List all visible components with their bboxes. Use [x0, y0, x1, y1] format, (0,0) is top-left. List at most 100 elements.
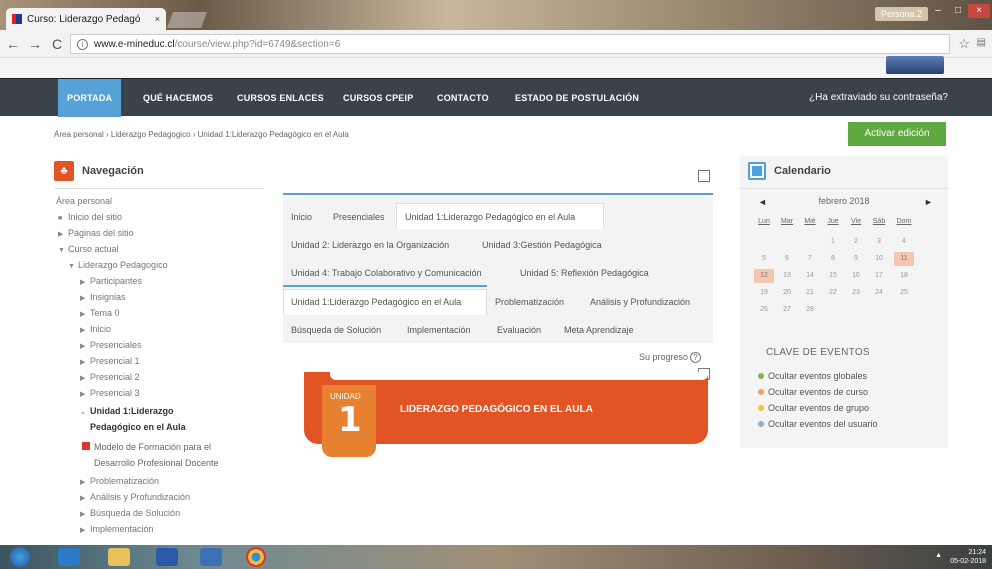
nav-area-personal[interactable]: Área personal [56, 196, 112, 206]
calendar-day[interactable]: 19 [754, 286, 774, 300]
minimize-button[interactable]: – [928, 4, 948, 18]
nav-que-hacemos[interactable]: QUÉ HACEMOS [143, 79, 213, 117]
event-toggle-course[interactable]: Ocultar eventos de curso [758, 387, 868, 397]
subtab-unidad-1[interactable]: Unidad 1:Liderazgo Pedagógico en el Aula [291, 297, 461, 307]
nav-modelo-formacion[interactable]: Modelo de Formación para el [82, 442, 211, 452]
extension-icon[interactable]: ▤ [977, 37, 986, 48]
calendar-day[interactable]: 16 [846, 269, 866, 283]
app-icon-taskbar[interactable] [58, 548, 80, 566]
subtab-evaluacion[interactable]: Evaluación [497, 325, 541, 335]
calendar-day[interactable]: 8 [823, 252, 843, 266]
tab-unidad-2[interactable]: Unidad 2: Liderazgo en la Organización [291, 240, 449, 250]
nav-unidad-1[interactable]: ⌄ Unidad 1:Liderazgo [80, 406, 174, 416]
nav-cursos-cpeip[interactable]: CURSOS CPEIP [343, 79, 413, 117]
tab-unidad-5[interactable]: Unidad 5: Reflexión Pedagógica [520, 268, 649, 278]
calendar-day[interactable]: 26 [754, 303, 774, 317]
calendar-day[interactable]: 23 [846, 286, 866, 300]
system-clock[interactable]: 21:24 05-02-2018 [950, 548, 986, 566]
calendar-day[interactable]: 10 [869, 252, 889, 266]
calendar-day[interactable]: 24 [869, 286, 889, 300]
bookmark-star-icon[interactable]: ☆ [958, 36, 970, 52]
maximize-button[interactable]: □ [948, 4, 968, 18]
tab-unidad-3[interactable]: Unidad 3:Gestión Pedagógica [482, 240, 602, 250]
calendar-day[interactable]: 2 [846, 235, 866, 249]
calendar-day[interactable]: 22 [823, 286, 843, 300]
nav-tema-0[interactable]: ▶ Tema 0 [80, 308, 120, 318]
tab-inicio[interactable]: Inicio [291, 212, 312, 222]
nav-contacto[interactable]: CONTACTO [437, 79, 489, 117]
back-button[interactable]: ← [4, 36, 22, 52]
calendar-day[interactable]: 17 [869, 269, 889, 283]
reload-button[interactable]: C [48, 36, 66, 52]
new-tab-button[interactable] [167, 12, 207, 28]
calendar-day[interactable]: 12 [754, 269, 774, 283]
nav-cursos-enlaces[interactable]: CURSOS ENLACES [237, 79, 324, 117]
calendar-day[interactable]: 20 [777, 286, 797, 300]
nav-presencial-2[interactable]: ▶ Presencial 2 [80, 372, 140, 382]
nav-modelo-formacion-line2[interactable]: Desarrollo Profesional Docente [94, 458, 219, 468]
start-button[interactable] [10, 547, 30, 567]
subtab-busqueda[interactable]: Búsqueda de Solución [291, 325, 381, 335]
nav-unidad-1-line2[interactable]: Pedagógico en el Aula [90, 422, 186, 432]
nav-estado-postulacion[interactable]: ESTADO DE POSTULACIÓN [515, 79, 639, 117]
calendar-day[interactable]: 21 [800, 286, 820, 300]
calendar-day[interactable]: 15 [823, 269, 843, 283]
forgot-password-link[interactable]: ¿Ha extraviado su contraseña? [809, 79, 948, 117]
nav-insignias[interactable]: ▶ Insignias [80, 292, 126, 302]
event-toggle-global[interactable]: Ocultar eventos globales [758, 371, 867, 381]
calendar-day[interactable]: 13 [777, 269, 797, 283]
calendar-day[interactable]: 27 [777, 303, 797, 317]
subtab-implementacion[interactable]: Implementación [407, 325, 471, 335]
nav-problematizacion[interactable]: ▶ Problematización [80, 476, 159, 486]
browser-tab[interactable]: Curso: Liderazgo Pedagó × [6, 8, 166, 30]
nav-inicio[interactable]: ▶ Inicio [80, 324, 111, 334]
calendar-day[interactable]: 18 [894, 269, 914, 283]
event-toggle-group[interactable]: Ocultar eventos de grupo [758, 403, 869, 413]
help-icon[interactable]: ? [690, 352, 702, 363]
nav-paginas-sitio[interactable]: ▶ Páginas del sitio [58, 228, 134, 238]
nav-presencial-1[interactable]: ▶ Presencial 1 [80, 356, 140, 366]
subtab-problematizacion[interactable]: Problematización [495, 297, 564, 307]
calendar-prev-icon[interactable]: ◄ [758, 197, 767, 207]
folder-icon[interactable] [108, 548, 130, 566]
nav-presenciales[interactable]: ▶ Presenciales [80, 340, 142, 350]
word-icon[interactable] [156, 548, 178, 566]
info-icon[interactable]: i [77, 38, 88, 50]
calendar-day[interactable]: 11 [894, 252, 914, 266]
chrome-icon[interactable] [246, 547, 266, 567]
calendar-day[interactable]: 1 [823, 235, 843, 249]
calendar-day[interactable]: 25 [894, 286, 914, 300]
calendar-day[interactable]: 28 [800, 303, 820, 317]
calendar-day[interactable]: 14 [800, 269, 820, 283]
tab-presenciales[interactable]: Presenciales [333, 212, 385, 222]
window-close-button[interactable]: × [968, 4, 990, 18]
breadcrumb[interactable]: Área personal › Liderazgo Pedagogico › U… [54, 130, 349, 139]
nav-inicio-sitio[interactable]: ■ Inicio del sitio [58, 212, 122, 222]
calendar-day[interactable]: 7 [800, 252, 820, 266]
tray-arrow-icon[interactable]: ▲ [935, 552, 942, 559]
profile-button[interactable]: Persona 2 [874, 7, 928, 21]
calendar-day[interactable]: 9 [846, 252, 866, 266]
forward-button[interactable]: → [26, 36, 44, 52]
activate-editing-button[interactable]: Activar edición [848, 122, 946, 146]
section-checkbox[interactable] [698, 170, 710, 182]
tab-unidad-1[interactable]: Unidad 1:Liderazgo Pedagógico en el Aula [405, 212, 575, 222]
calendar-day[interactable]: 5 [754, 252, 774, 266]
tab-unidad-4[interactable]: Unidad 4: Trabajo Colaborativo y Comunic… [291, 268, 482, 278]
nav-portada[interactable]: PORTADA [58, 79, 122, 117]
subtab-analisis[interactable]: Análisis y Profundización [590, 297, 690, 307]
event-toggle-user[interactable]: Ocultar eventos del usuario [758, 419, 878, 429]
image-viewer-icon[interactable] [200, 548, 222, 566]
nav-participantes[interactable]: ▶ Participantes [80, 276, 142, 286]
nav-analisis[interactable]: ▶ Análisis y Profundización [80, 492, 190, 502]
nav-implementacion[interactable]: ▶ Implementación [80, 524, 154, 534]
nav-busqueda[interactable]: ▶ Búsqueda de Solución [80, 508, 180, 518]
url-bar[interactable]: i www.e-mineduc.cl/course/view.php?id=67… [70, 34, 950, 54]
nav-curso-actual[interactable]: ▼ Curso actual [58, 244, 119, 254]
tab-close-icon[interactable]: × [155, 14, 160, 24]
calendar-month[interactable]: febrero 2018 [740, 196, 948, 206]
nav-presencial-3[interactable]: ▶ Presencial 3 [80, 388, 140, 398]
calendar-next-icon[interactable]: ► [924, 197, 933, 207]
calendar-day[interactable]: 4 [894, 235, 914, 249]
nav-liderazgo-pedagogico[interactable]: ▼ Liderazgo Pedagogico [68, 260, 168, 270]
